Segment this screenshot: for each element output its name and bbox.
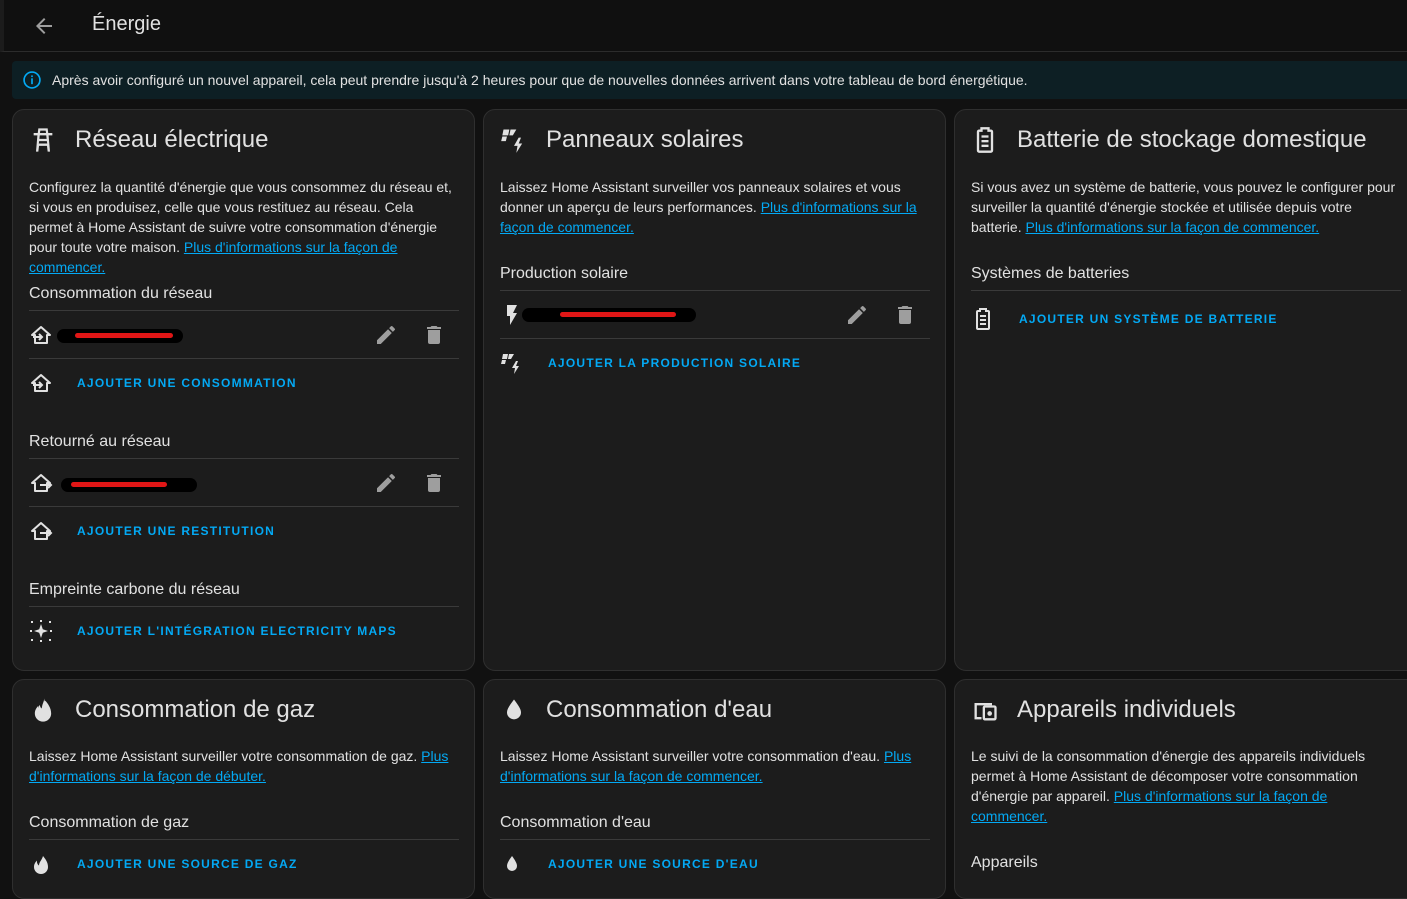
water-drop-icon bbox=[500, 852, 524, 876]
solar-source-row bbox=[500, 291, 930, 339]
card-description: Le suivi de la consommation d'énergie de… bbox=[971, 746, 1401, 826]
learn-more-link[interactable]: Plus d'informations sur la façon de comm… bbox=[1025, 219, 1319, 235]
fire-icon bbox=[29, 696, 57, 724]
info-circle-icon bbox=[22, 70, 42, 90]
section-title: Consommation d'eau bbox=[500, 814, 651, 831]
section-title: Consommation du réseau bbox=[29, 285, 213, 302]
description-text: Laissez Home Assistant surveiller votre … bbox=[500, 748, 881, 764]
consumption-source-row bbox=[29, 311, 459, 359]
card-title: Consommation de gaz bbox=[75, 696, 316, 723]
add-gas-source-button[interactable]: AJOUTER UNE SOURCE DE GAZ bbox=[77, 857, 298, 871]
home-export-icon bbox=[29, 519, 53, 543]
add-battery-system-button[interactable]: AJOUTER UN SYSTÈME DE BATTERIE bbox=[1019, 312, 1278, 326]
add-consumption-button[interactable]: AJOUTER UNE CONSOMMATION bbox=[77, 376, 297, 390]
section-title: Retourné au réseau bbox=[29, 433, 171, 450]
solar-power-icon bbox=[500, 126, 528, 154]
add-water-source-button[interactable]: AJOUTER UNE SOURCE D'EAU bbox=[548, 857, 759, 871]
section-title: Consommation de gaz bbox=[29, 814, 190, 831]
add-consumption-row[interactable]: AJOUTER UNE CONSOMMATION bbox=[29, 359, 459, 407]
add-solar-row[interactable]: AJOUTER LA PRODUCTION SOLAIRE bbox=[500, 339, 930, 387]
add-battery-row[interactable]: AJOUTER UN SYSTÈME DE BATTERIE bbox=[971, 295, 1401, 343]
card-description: Laissez Home Assistant surveiller votre … bbox=[500, 746, 930, 786]
pencil-icon[interactable] bbox=[374, 323, 398, 347]
top-app-bar: Énergie bbox=[0, 0, 1407, 52]
transmission-tower-icon bbox=[29, 126, 57, 154]
solar-power-icon bbox=[500, 351, 524, 375]
info-banner: Après avoir configuré un nouvel appareil… bbox=[12, 61, 1407, 99]
page-title: Énergie bbox=[92, 13, 161, 35]
pencil-icon[interactable] bbox=[374, 471, 398, 495]
add-electricity-maps-button[interactable]: AJOUTER L'INTÉGRATION ELECTRICITY MAPS bbox=[77, 624, 397, 638]
fire-icon bbox=[29, 852, 53, 876]
battery-icon bbox=[971, 126, 999, 154]
section-title: Empreinte carbone du réseau bbox=[29, 581, 240, 598]
delete-icon[interactable] bbox=[422, 323, 446, 347]
water-drop-icon bbox=[500, 696, 528, 724]
add-return-button[interactable]: AJOUTER UNE RESTITUTION bbox=[77, 524, 275, 538]
battery-icon bbox=[971, 307, 995, 331]
home-import-icon bbox=[29, 371, 53, 395]
home-import-icon bbox=[29, 323, 53, 347]
flash-icon bbox=[500, 303, 524, 327]
card-title: Batterie de stockage domestique bbox=[1017, 126, 1367, 153]
add-water-row[interactable]: AJOUTER UNE SOURCE D'EAU bbox=[500, 840, 930, 888]
card-title: Appareils individuels bbox=[1017, 696, 1236, 723]
add-solar-production-button[interactable]: AJOUTER LA PRODUCTION SOLAIRE bbox=[548, 356, 801, 370]
water-card: Consommation d'eau Laissez Home Assistan… bbox=[483, 679, 946, 899]
redaction-mark bbox=[75, 333, 173, 338]
redaction-mark bbox=[560, 312, 676, 317]
redaction-mark bbox=[71, 482, 167, 487]
pencil-icon[interactable] bbox=[845, 303, 869, 327]
solar-card: Panneaux solaires Laissez Home Assistant… bbox=[483, 109, 946, 671]
card-description: Si vous avez un système de batterie, vou… bbox=[971, 177, 1401, 237]
gas-card: Consommation de gaz Laissez Home Assista… bbox=[12, 679, 475, 899]
card-description: Laissez Home Assistant surveiller votre … bbox=[29, 746, 459, 786]
card-title: Consommation d'eau bbox=[546, 696, 773, 723]
card-title: Réseau électrique bbox=[75, 126, 269, 153]
carbon-sparkle-icon bbox=[29, 619, 53, 643]
section-title: Appareils bbox=[971, 854, 1038, 871]
grid-card: Réseau électrique Configurez la quantité… bbox=[12, 109, 475, 671]
card-description: Laissez Home Assistant surveiller vos pa… bbox=[500, 177, 930, 237]
arrow-left-icon[interactable] bbox=[32, 14, 56, 38]
description-text: Laissez Home Assistant surveiller votre … bbox=[29, 748, 418, 764]
return-source-row bbox=[29, 459, 459, 507]
banner-text: Après avoir configuré un nouvel appareil… bbox=[52, 72, 1028, 88]
add-return-row[interactable]: AJOUTER UNE RESTITUTION bbox=[29, 507, 459, 555]
delete-icon[interactable] bbox=[422, 471, 446, 495]
battery-card: Batterie de stockage domestique Si vous … bbox=[954, 109, 1407, 671]
add-carbon-row[interactable]: AJOUTER L'INTÉGRATION ELECTRICITY MAPS bbox=[29, 607, 459, 655]
divider bbox=[971, 290, 1401, 291]
home-export-icon bbox=[29, 471, 53, 495]
section-title: Production solaire bbox=[500, 265, 629, 282]
section-title: Systèmes de batteries bbox=[971, 265, 1130, 282]
delete-icon[interactable] bbox=[893, 303, 917, 327]
add-gas-row[interactable]: AJOUTER UNE SOURCE DE GAZ bbox=[29, 840, 459, 888]
card-description: Configurez la quantité d'énergie que vou… bbox=[29, 177, 459, 277]
devices-icon bbox=[971, 696, 999, 724]
devices-card: Appareils individuels Le suivi de la con… bbox=[954, 679, 1407, 899]
card-title: Panneaux solaires bbox=[546, 126, 744, 153]
